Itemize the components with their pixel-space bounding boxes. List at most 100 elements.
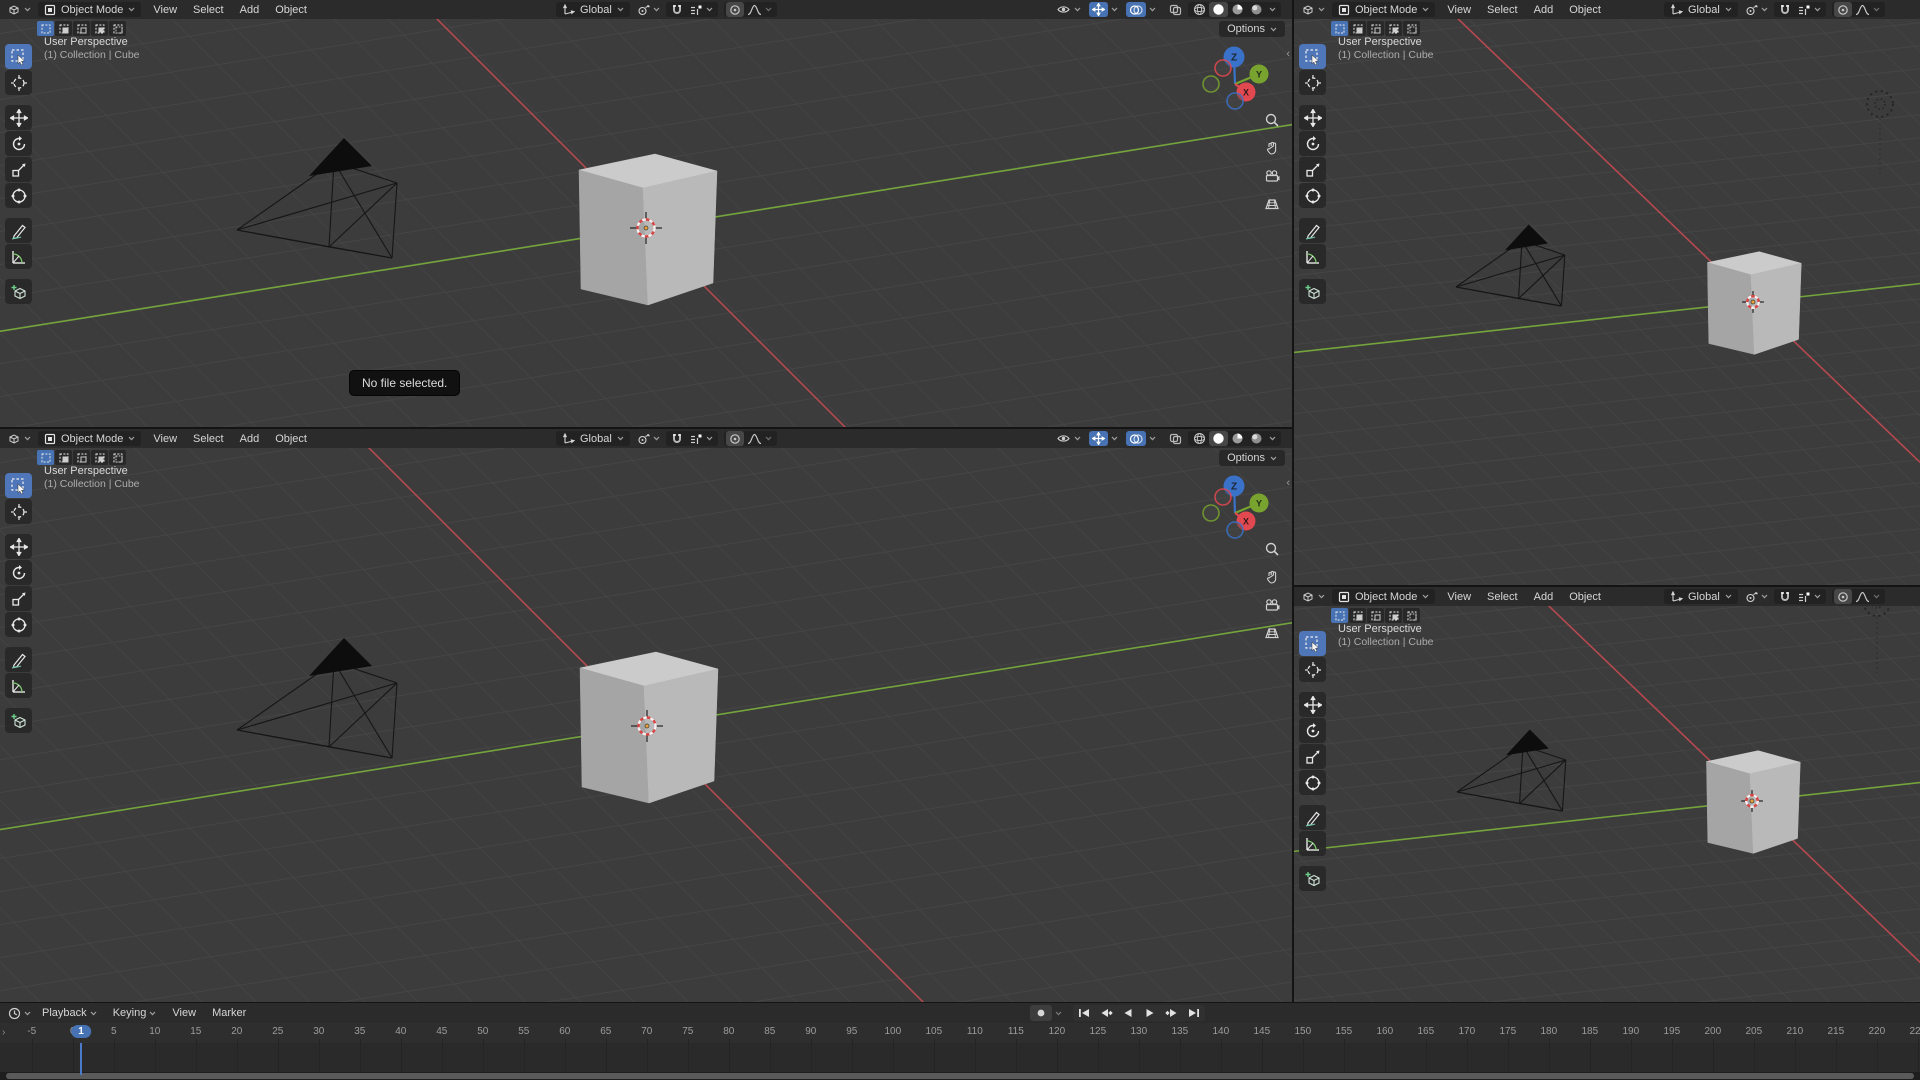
- menu-view[interactable]: View: [145, 4, 185, 16]
- select-mode-invert[interactable]: [91, 21, 108, 36]
- scale-tool[interactable]: [5, 586, 32, 611]
- select-mode-intersect[interactable]: [109, 450, 126, 465]
- select-box-tool[interactable]: [5, 473, 32, 498]
- select-mode-intersect[interactable]: [1403, 608, 1420, 623]
- add-cube-tool[interactable]: [1299, 866, 1326, 891]
- select-mode-subtract[interactable]: [1367, 21, 1384, 36]
- snap-target-dropdown[interactable]: [1794, 2, 1824, 17]
- menu-object[interactable]: Object: [1561, 591, 1609, 603]
- transform-tool[interactable]: [5, 612, 32, 637]
- options-dropdown[interactable]: Options: [1219, 450, 1285, 466]
- nav-toggle-perspective-button[interactable]: [1264, 196, 1280, 217]
- menu-view[interactable]: View: [1439, 4, 1479, 16]
- timeline-track[interactable]: [0, 1043, 1920, 1075]
- add-cube-tool[interactable]: [5, 279, 32, 304]
- timeline-menu-playback[interactable]: Playback: [34, 1007, 105, 1019]
- cursor-tool[interactable]: [5, 70, 32, 95]
- select-mode-invert[interactable]: [1385, 21, 1402, 36]
- add-cube-tool[interactable]: [1299, 279, 1326, 304]
- select-mode-set[interactable]: [37, 450, 54, 465]
- timeline-menu-view[interactable]: View: [164, 1007, 204, 1019]
- pivot-point-dropdown[interactable]: [1742, 2, 1771, 17]
- cursor-tool[interactable]: [1299, 657, 1326, 682]
- annotate-tool[interactable]: [1299, 805, 1326, 830]
- proportional-falloff-dropdown[interactable]: [744, 431, 775, 446]
- navigation-gizmo[interactable]: ZYX: [1200, 40, 1270, 110]
- jump-to-next-keyframe-button[interactable]: [1161, 1005, 1183, 1021]
- snap-target-dropdown[interactable]: [1794, 589, 1824, 604]
- orientation-dropdown[interactable]: Global: [556, 2, 630, 17]
- scale-tool[interactable]: [5, 157, 32, 182]
- show-overlays-dropdown[interactable]: [1146, 2, 1159, 17]
- shading-wireframe-button[interactable]: [1190, 2, 1209, 17]
- current-frame-badge[interactable]: 1: [71, 1025, 91, 1038]
- show-gizmos-dropdown[interactable]: [1108, 431, 1121, 446]
- menu-view[interactable]: View: [1439, 591, 1479, 603]
- auto-keying-button[interactable]: [1030, 1005, 1052, 1021]
- proportional-falloff-dropdown[interactable]: [1852, 2, 1883, 17]
- select-box-tool[interactable]: [1299, 44, 1326, 69]
- editor-type-button[interactable]: [4, 431, 34, 446]
- cursor-tool[interactable]: [5, 499, 32, 524]
- snap-target-dropdown[interactable]: [686, 431, 716, 446]
- pivot-point-dropdown[interactable]: [634, 2, 663, 17]
- nav-pan-button[interactable]: [1264, 569, 1280, 590]
- playhead-line[interactable]: [80, 1043, 82, 1075]
- select-mode-subtract[interactable]: [73, 450, 90, 465]
- move-tool[interactable]: [1299, 105, 1326, 130]
- nav-toggle-perspective-button[interactable]: [1264, 625, 1280, 646]
- nav-zoom-button[interactable]: [1264, 112, 1280, 133]
- scene-canvas[interactable]: [1294, 587, 1920, 1002]
- select-mode-set[interactable]: [37, 21, 54, 36]
- rotate-tool[interactable]: [1299, 718, 1326, 743]
- snap-toggle-button[interactable]: [1776, 589, 1794, 604]
- menu-object[interactable]: Object: [267, 433, 315, 445]
- transform-tool[interactable]: [1299, 183, 1326, 208]
- timeline-ruler[interactable]: -505101520253035404550556065707580859095…: [0, 1023, 1920, 1043]
- shading-rendered-button[interactable]: [1247, 2, 1266, 17]
- play-reverse-button[interactable]: [1117, 1005, 1139, 1021]
- mode-selector-dropdown[interactable]: Object Mode: [1332, 2, 1435, 17]
- editor-type-button[interactable]: [1298, 2, 1328, 17]
- rotate-tool[interactable]: [5, 560, 32, 585]
- shading-dropdown[interactable]: [1266, 2, 1279, 17]
- scene-canvas[interactable]: [0, 429, 1292, 1002]
- select-mode-invert[interactable]: [1385, 608, 1402, 623]
- object-visibility-dropdown[interactable]: [1053, 431, 1084, 446]
- annotate-tool[interactable]: [1299, 218, 1326, 243]
- measure-tool[interactable]: [5, 244, 32, 269]
- scene-canvas[interactable]: [0, 0, 1292, 427]
- proportional-edit-toggle[interactable]: [726, 431, 744, 446]
- annotate-tool[interactable]: [5, 218, 32, 243]
- menu-select[interactable]: Select: [185, 4, 232, 16]
- show-overlays-button[interactable]: [1126, 431, 1146, 446]
- shading-material-preview-button[interactable]: [1228, 2, 1247, 17]
- jump-to-end-button[interactable]: [1183, 1005, 1205, 1021]
- jump-to-start-button[interactable]: [1073, 1005, 1095, 1021]
- timeline-scrollbar[interactable]: [0, 1072, 1920, 1080]
- mode-selector-dropdown[interactable]: Object Mode: [38, 2, 141, 17]
- pivot-point-dropdown[interactable]: [1742, 589, 1771, 604]
- timeline-expand-icon[interactable]: ›: [2, 1027, 5, 1038]
- viewport-3d-top-left[interactable]: Object ModeViewSelectAddObjectGlobalOpti…: [0, 0, 1292, 427]
- menu-select[interactable]: Select: [1479, 4, 1526, 16]
- scale-tool[interactable]: [1299, 744, 1326, 769]
- scene-canvas[interactable]: [1294, 0, 1920, 585]
- snap-toggle-button[interactable]: [1776, 2, 1794, 17]
- shading-dropdown[interactable]: [1266, 431, 1279, 446]
- select-mode-intersect[interactable]: [1403, 21, 1420, 36]
- shading-material-preview-button[interactable]: [1228, 431, 1247, 446]
- annotate-tool[interactable]: [5, 647, 32, 672]
- select-box-tool[interactable]: [5, 44, 32, 69]
- proportional-edit-toggle[interactable]: [1834, 589, 1852, 604]
- nav-camera-view-button[interactable]: [1264, 597, 1280, 618]
- show-overlays-dropdown[interactable]: [1146, 431, 1159, 446]
- show-overlays-button[interactable]: [1126, 2, 1146, 17]
- toggle-xray-button[interactable]: [1166, 431, 1185, 446]
- menu-select[interactable]: Select: [1479, 591, 1526, 603]
- options-dropdown[interactable]: Options: [1219, 21, 1285, 37]
- measure-tool[interactable]: [5, 673, 32, 698]
- measure-tool[interactable]: [1299, 831, 1326, 856]
- proportional-falloff-dropdown[interactable]: [744, 2, 775, 17]
- nav-camera-view-button[interactable]: [1264, 168, 1280, 189]
